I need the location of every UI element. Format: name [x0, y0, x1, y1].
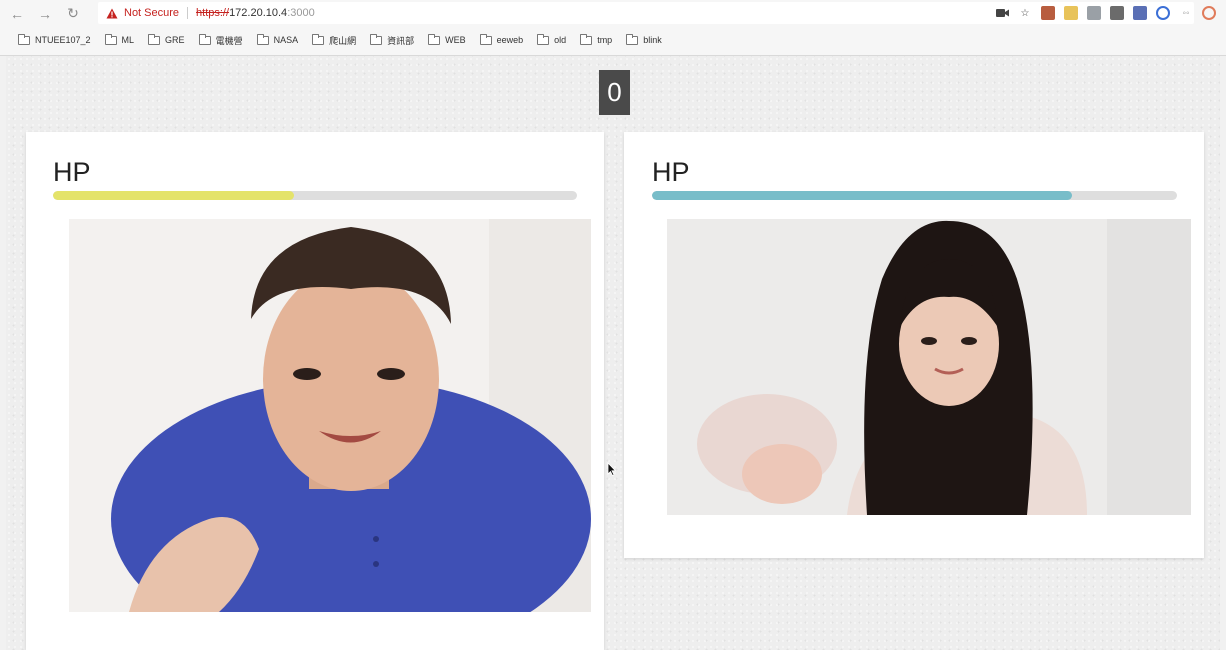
webcam-video	[667, 219, 1191, 515]
divider	[187, 7, 189, 19]
bookmark-label: old	[554, 35, 567, 45]
folder-icon	[104, 33, 117, 45]
player-panel-right: HP	[624, 132, 1204, 558]
folder-icon	[370, 33, 383, 45]
hp-bar-track	[53, 191, 577, 200]
browser-chrome: ← → ↻ Not Secure https:// 172.20.10.4 :3…	[0, 0, 1226, 56]
hp-bar-fill	[652, 191, 1072, 200]
bookmark-folder[interactable]: GRE	[148, 33, 185, 45]
bookmark-label: GRE	[165, 35, 185, 45]
hp-label: HP	[53, 157, 91, 187]
extension-icon[interactable]	[1156, 6, 1170, 20]
folder-icon	[148, 33, 161, 45]
reload-icon[interactable]: ↻	[62, 3, 84, 25]
folder-icon	[428, 33, 441, 45]
player-panel-left: HP	[26, 132, 604, 650]
bookmark-folder[interactable]: old	[537, 33, 567, 45]
bookmark-label: WEB	[445, 35, 466, 45]
bookmark-folder[interactable]: 爬山網	[312, 33, 357, 47]
mouse-cursor-icon	[607, 462, 617, 476]
star-icon[interactable]: ☆	[1018, 6, 1032, 20]
bookmark-folder[interactable]: WEB	[428, 33, 466, 45]
warning-icon[interactable]	[106, 6, 120, 20]
profile-icon[interactable]	[1202, 6, 1216, 20]
bookmark-label: NASA	[273, 35, 299, 45]
video-frame	[667, 219, 1191, 515]
bookmark-label: eeweb	[496, 35, 524, 45]
score-counter: 0	[599, 70, 630, 115]
video-frame	[69, 219, 591, 612]
security-label[interactable]: Not Secure	[124, 7, 179, 19]
bookmark-folder[interactable]: blink	[626, 33, 662, 45]
camera-icon[interactable]	[995, 6, 1009, 20]
bookmark-label: blink	[643, 35, 662, 45]
url-port: :3000	[287, 7, 315, 19]
bookmark-label: 資訊部	[387, 35, 415, 46]
hp-bar-fill	[53, 191, 295, 200]
forward-icon[interactable]: →	[34, 3, 56, 25]
webcam-video	[69, 219, 591, 612]
folder-icon	[256, 33, 269, 45]
hp-label: HP	[652, 157, 690, 187]
bookmark-folder[interactable]: NTUEE107_2	[18, 33, 91, 45]
bookmark-folder[interactable]: 電機營	[198, 33, 243, 47]
extension-icon[interactable]	[1133, 6, 1147, 20]
bookmark-label: 電機營	[215, 35, 243, 46]
folder-icon	[479, 33, 492, 45]
bookmark-folder[interactable]: ML	[104, 33, 135, 45]
folder-icon	[580, 33, 593, 45]
extension-icon[interactable]: ◦◦	[1179, 6, 1193, 20]
browser-toolbar: ← → ↻ Not Secure https:// 172.20.10.4 :3…	[0, 0, 1226, 27]
bookmark-folder[interactable]: tmp	[580, 33, 613, 45]
extension-bar: ☆ ◦◦	[995, 4, 1216, 22]
hp-bar-track	[652, 191, 1177, 200]
bookmark-folder[interactable]: NASA	[256, 33, 299, 45]
bookmark-label: 爬山網	[329, 35, 357, 46]
url-scheme: https://	[196, 7, 230, 19]
folder-icon	[626, 33, 639, 45]
folder-icon	[198, 33, 211, 45]
bookmark-label: tmp	[597, 35, 613, 45]
bookmark-folder[interactable]: 資訊部	[370, 33, 415, 47]
url-host: 172.20.10.4	[229, 7, 288, 19]
bookmark-label: ML	[121, 35, 135, 45]
bookmark-folder[interactable]: eeweb	[479, 33, 524, 45]
extension-icon[interactable]	[1110, 6, 1124, 20]
folder-icon	[537, 33, 550, 45]
back-icon[interactable]: ←	[6, 3, 28, 25]
extension-icon[interactable]	[1064, 6, 1078, 20]
extension-icon[interactable]	[1041, 6, 1055, 20]
bookmarks-bar: NTUEE107_2 ML GRE 電機營 NASA 爬山網 資訊部 WEB e…	[0, 29, 1226, 51]
bookmark-label: NTUEE107_2	[35, 35, 91, 45]
extension-icon[interactable]	[1087, 6, 1101, 20]
folder-icon	[18, 33, 30, 45]
folder-icon	[312, 33, 325, 45]
